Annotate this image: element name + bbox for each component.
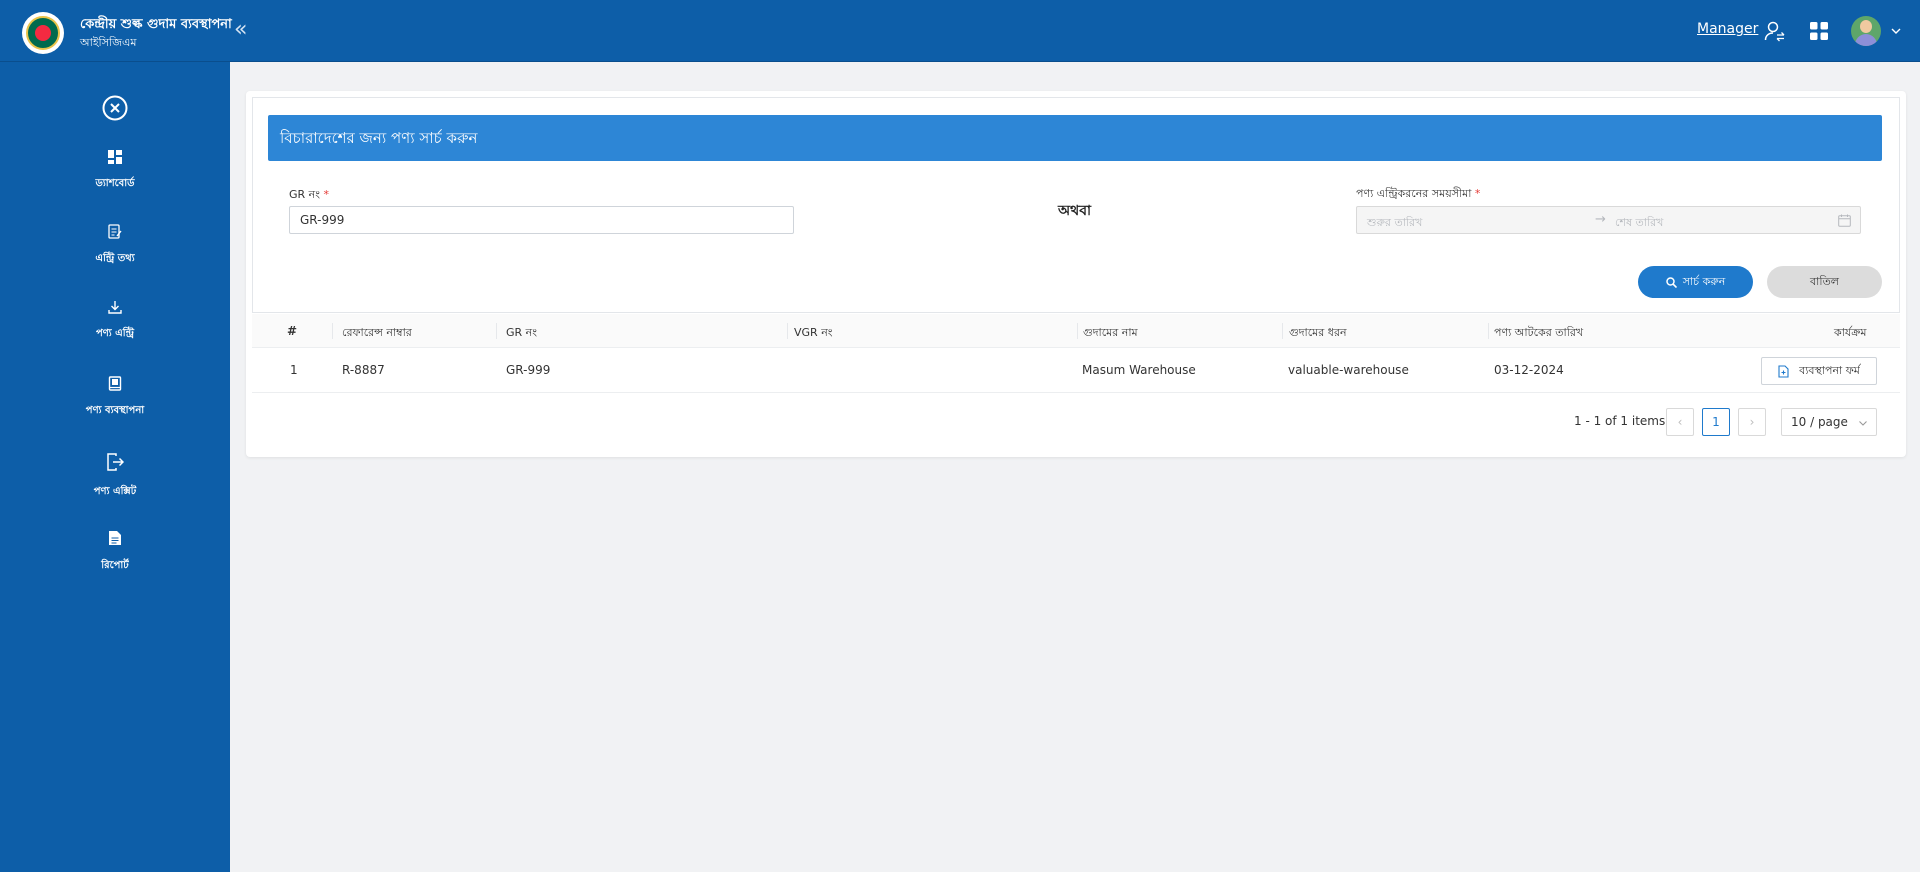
prev-page-button[interactable]: ‹ (1666, 408, 1694, 436)
next-page-button[interactable]: › (1738, 408, 1766, 436)
row-reference: R-8887 (342, 363, 385, 377)
report-icon (109, 531, 121, 545)
brand: কেন্দ্রীয় শুল্ক গুদাম ব্যবস্থাপনা আইসিজ… (22, 12, 232, 54)
date-range-picker[interactable]: শুরুর তারিখ → শেষ তারিখ (1356, 206, 1861, 234)
row-index: 1 (290, 363, 298, 377)
file-add-icon (1778, 364, 1789, 378)
column-header-warehouse-name: গুদামের নাম (1083, 326, 1138, 339)
dashboard-icon (108, 150, 122, 164)
app-subtitle: আইসিজিএম (80, 35, 137, 49)
column-header-index: # (287, 324, 298, 338)
app-title: কেন্দ্রীয় শুল্ক গুদাম ব্যবস্থাপনা (80, 16, 232, 32)
sidebar-item-product-exit[interactable]: পণ্য এক্সিট (0, 452, 230, 512)
row-warehouse-type: valuable-warehouse (1288, 363, 1409, 377)
column-header-actions: কার্যক্রম (1834, 326, 1867, 339)
sidebar-item-dashboard[interactable]: ড্যাশবোর্ড (0, 150, 230, 210)
search-icon (1665, 276, 1677, 288)
row-gr-number: GR-999 (506, 363, 551, 377)
column-header-vgr: VGR নং (794, 326, 833, 339)
gr-field-label: GR নং * (289, 188, 329, 201)
column-header-warehouse-type: গুদামের ধরন (1289, 326, 1347, 339)
sidebar-item-label: পণ্য ব্যবস্থাপনা (85, 405, 145, 416)
sidebar-item-label: পণ্য এক্সিট (93, 486, 137, 497)
sidebar-item-label: রিপোর্ট (101, 560, 129, 571)
required-mark: * (323, 188, 329, 201)
collapse-sidebar-button[interactable]: « (234, 18, 247, 42)
book-icon (108, 376, 122, 391)
sidebar-item-entry-info[interactable]: এন্ট্রি তথ্য (0, 224, 230, 284)
entry-info-icon (108, 224, 122, 239)
page-size-select[interactable]: 10 / page (1781, 408, 1877, 436)
apps-grid-icon[interactable] (1810, 22, 1828, 40)
column-header-seizure-date: পণ্য আটকের তারিখ (1494, 326, 1584, 339)
user-switch-icon[interactable] (1764, 20, 1786, 42)
sidebar-item-product-entry[interactable]: পণ্য এন্ট্রি (0, 300, 230, 360)
sidebar-item-label: ড্যাশবোর্ড (95, 178, 135, 189)
role-link[interactable]: Manager (1697, 21, 1758, 37)
column-header-reference: রেফারেন্স নাম্বার (342, 326, 412, 339)
arrow-right-icon: → (1595, 212, 1606, 227)
top-header: কেন্দ্রীয় শুল্ক গুদাম ব্যবস্থাপনা আইসিজ… (0, 0, 1920, 62)
table-row: 1 R-8887 GR-999 Masum Warehouse valuable… (252, 349, 1900, 393)
government-logo (22, 12, 64, 54)
sidebar-item-report[interactable]: রিপোর্ট (0, 530, 230, 590)
exit-icon (107, 453, 124, 471)
close-icon[interactable] (102, 95, 128, 121)
date-range-label: পণ্য এন্ট্রিকরনের সময়সীমা * (1356, 187, 1481, 200)
pagination-total: 1 - 1 of 1 items (1574, 414, 1666, 428)
avatar[interactable] (1851, 16, 1881, 46)
or-separator: অথবা (1058, 203, 1092, 219)
column-header-gr: GR নং (506, 326, 537, 339)
gr-number-input[interactable] (289, 206, 794, 234)
management-form-button[interactable]: ব্যবস্থাপনা ফর্ম (1761, 357, 1877, 385)
download-icon (108, 301, 122, 314)
row-seizure-date: 03-12-2024 (1494, 363, 1564, 377)
calendar-icon[interactable] (1838, 214, 1851, 227)
start-date-input[interactable]: শুরুর তারিখ (1367, 214, 1422, 233)
required-mark: * (1474, 187, 1481, 200)
end-date-input[interactable]: শেষ তারিখ (1615, 214, 1663, 233)
sidebar-item-product-management[interactable]: পণ্য ব্যবস্থাপনা (0, 376, 230, 436)
sidebar-item-label: এন্ট্রি তথ্য (95, 253, 135, 264)
table-header: # রেফারেন্স নাম্বার GR নং VGR নং গুদামের… (252, 314, 1900, 348)
chevron-down-icon[interactable] (1890, 25, 1902, 37)
sidebar: ড্যাশবোর্ড এন্ট্রি তথ্য পণ্য এন্ট্রি পণ্… (0, 62, 230, 872)
sidebar-item-label: পণ্য এন্ট্রি (95, 328, 135, 339)
search-panel-title: বিচারাদেশের জন্য পণ্য সার্চ করুন (268, 115, 1882, 161)
row-warehouse-name: Masum Warehouse (1082, 363, 1196, 377)
page-1-button[interactable]: 1 (1702, 408, 1730, 436)
cancel-button[interactable]: বাতিল (1767, 266, 1882, 298)
search-button[interactable]: সার্চ করুন (1638, 266, 1753, 298)
chevron-down-icon (1859, 421, 1867, 426)
